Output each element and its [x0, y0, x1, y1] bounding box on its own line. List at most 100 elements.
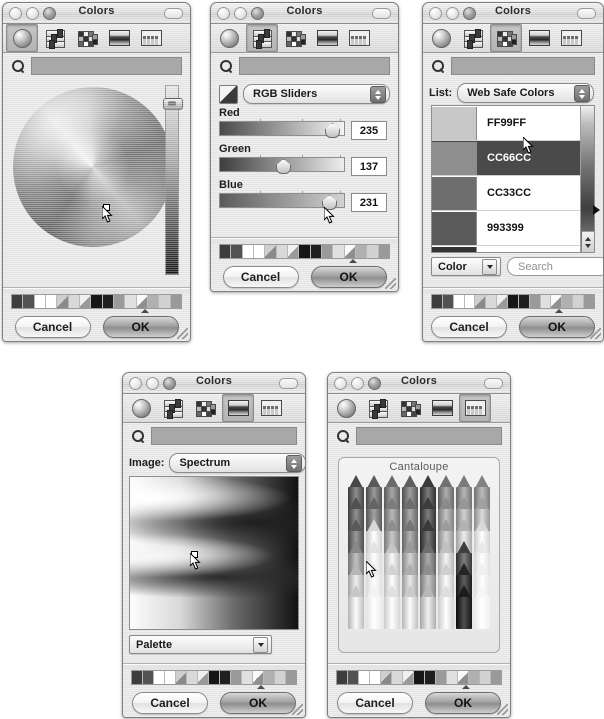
scroll-arrows[interactable] — [582, 231, 594, 252]
swatch[interactable] — [359, 671, 370, 684]
search-input[interactable] — [356, 427, 502, 445]
palette-search-input[interactable]: Search — [507, 257, 603, 276]
spectrum-marker[interactable] — [191, 551, 198, 558]
chevron-updown-icon[interactable] — [370, 86, 386, 103]
slider-value-green[interactable]: 137 — [351, 157, 387, 176]
spectrum-image[interactable] — [129, 476, 299, 630]
titlebar[interactable]: Colors — [328, 373, 510, 394]
swatch[interactable] — [275, 671, 286, 684]
swatch[interactable] — [562, 295, 574, 308]
swatch[interactable] — [497, 295, 509, 308]
swatch[interactable] — [125, 295, 137, 308]
swatch[interactable] — [447, 671, 458, 684]
close-button[interactable] — [334, 377, 347, 390]
swatch[interactable] — [299, 245, 311, 258]
swatch-strip[interactable] — [336, 670, 502, 685]
swatch[interactable] — [23, 295, 35, 308]
swatch[interactable] — [198, 671, 209, 684]
swatch[interactable] — [333, 245, 345, 258]
tab-color-wheel[interactable] — [214, 25, 244, 51]
slider-knob-green[interactable] — [276, 159, 291, 174]
swatch[interactable] — [355, 245, 368, 258]
zoom-button[interactable] — [43, 7, 56, 20]
swatch[interactable] — [34, 295, 46, 308]
search-input[interactable] — [239, 57, 390, 75]
swatch[interactable] — [187, 671, 198, 684]
swatch-strip[interactable] — [219, 244, 390, 259]
crayon-row[interactable] — [339, 585, 499, 629]
crayon[interactable] — [401, 585, 419, 629]
swatch[interactable] — [344, 245, 356, 258]
swatch[interactable] — [176, 671, 187, 684]
toolbar-toggle-button[interactable] — [484, 378, 503, 389]
tab-color-palettes[interactable] — [190, 395, 220, 421]
image-source-popup[interactable]: Spectrum — [169, 453, 305, 473]
tab-crayons[interactable] — [344, 25, 374, 51]
crayon[interactable] — [383, 585, 401, 629]
search-input[interactable] — [451, 57, 595, 75]
swatch[interactable] — [57, 295, 69, 308]
swatch[interactable] — [367, 245, 379, 258]
color-list[interactable]: FF99FF CC66CC CC33CC 993399 660066 — [431, 105, 595, 253]
mode-toolbar[interactable] — [3, 24, 190, 53]
tab-color-wheel[interactable] — [426, 25, 456, 51]
swatch[interactable] — [414, 671, 425, 684]
palette-list-popup[interactable]: Web Safe Colors — [457, 83, 595, 103]
colors-window-image[interactable]: Colors Image: Spectrum Palette Cancel OK — [122, 372, 306, 718]
slider-track-blue[interactable] — [219, 191, 345, 210]
swatch[interactable] — [68, 295, 80, 308]
swatch[interactable] — [242, 671, 253, 684]
swatch[interactable] — [264, 671, 275, 684]
mode-toolbar[interactable] — [423, 24, 603, 53]
ok-button[interactable]: OK — [220, 692, 296, 714]
tab-crayons[interactable] — [556, 25, 586, 51]
swatch[interactable] — [551, 295, 563, 308]
tab-color-wheel[interactable] — [126, 395, 156, 421]
ok-button[interactable]: OK — [310, 266, 387, 288]
swatch[interactable] — [154, 671, 165, 684]
search-row[interactable] — [3, 53, 190, 79]
window-controls[interactable] — [217, 7, 264, 20]
toolbar-toggle-button[interactable] — [372, 8, 391, 19]
swatch[interactable] — [132, 671, 143, 684]
crayon-box[interactable]: Cantaloupe — [338, 457, 500, 653]
tab-color-sliders[interactable] — [158, 395, 188, 421]
slider-track-green[interactable] — [219, 155, 345, 174]
list-item[interactable]: 993399 — [432, 211, 594, 246]
slider-knob-red[interactable] — [325, 123, 340, 138]
swatch[interactable] — [321, 245, 334, 258]
crayon[interactable] — [365, 585, 383, 629]
close-button[interactable] — [9, 7, 22, 20]
minimize-button[interactable] — [146, 377, 159, 390]
crayon[interactable] — [473, 585, 491, 629]
crayon-row[interactable] — [339, 475, 499, 519]
tab-crayons[interactable] — [136, 25, 166, 51]
swatch[interactable] — [378, 245, 389, 258]
swatch[interactable] — [348, 671, 359, 684]
search-input[interactable] — [31, 57, 182, 75]
toolbar-toggle-button[interactable] — [577, 8, 596, 19]
mode-toolbar[interactable] — [328, 394, 510, 423]
mode-toolbar[interactable] — [211, 24, 398, 53]
ok-button[interactable]: OK — [519, 316, 595, 338]
resize-grip[interactable] — [177, 328, 188, 339]
color-wheel-marker[interactable] — [103, 204, 110, 211]
swatch[interactable] — [436, 671, 447, 684]
tab-color-palettes[interactable] — [280, 25, 310, 51]
minimize-button[interactable] — [446, 7, 459, 20]
tab-crayons[interactable] — [256, 395, 286, 421]
swatch[interactable] — [287, 245, 300, 258]
swatch[interactable] — [220, 245, 232, 258]
crayon-row[interactable] — [339, 497, 499, 541]
tab-image-palettes[interactable] — [524, 25, 554, 51]
cancel-button[interactable]: Cancel — [132, 692, 208, 714]
cancel-button[interactable]: Cancel — [337, 692, 413, 714]
swatch[interactable] — [458, 671, 469, 684]
list-overflow-arrow-icon[interactable] — [593, 205, 600, 215]
titlebar[interactable]: Colors — [123, 373, 305, 394]
color-swatch-button[interactable] — [219, 84, 238, 104]
swatch-strip[interactable] — [131, 670, 297, 685]
slider-mode-popup[interactable]: RGB Sliders — [243, 84, 390, 104]
ok-button[interactable]: OK — [425, 692, 501, 714]
swatch[interactable] — [209, 671, 220, 684]
